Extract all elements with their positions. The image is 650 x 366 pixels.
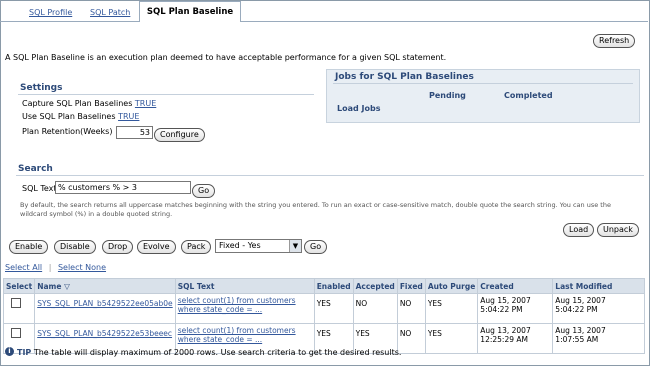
capture-baselines-row: Capture SQL Plan Baselines TRUE (22, 99, 157, 108)
tab-divider (0, 21, 648, 22)
col-select: Select (2, 278, 36, 294)
col-created: Created (477, 278, 554, 294)
evolve-button[interactable]: Evolve (137, 240, 176, 254)
fixed-value: NO (396, 293, 426, 324)
tip-text: TIP The table will display maximum of 20… (17, 348, 402, 357)
sql-text-link[interactable]: select count(1) from customers where stat… (178, 326, 296, 344)
created-value: Aug 15, 2007 5:04:22 PM (477, 293, 554, 324)
auto-purge-value: YES (424, 293, 479, 324)
disable-button[interactable]: Disable (54, 240, 96, 254)
sort-icon: ▽ (64, 281, 70, 291)
tab-sql-profile[interactable]: SQL Profile (29, 5, 72, 21)
filter-go-button[interactable]: Go (304, 240, 328, 254)
enabled-value: YES (313, 293, 354, 324)
col-fixed: Fixed (396, 278, 426, 294)
load-button[interactable]: Load (563, 223, 595, 237)
sql-text-link[interactable]: select count(1) from customers where stat… (178, 296, 296, 314)
accepted-value: NO (352, 293, 398, 324)
auto-purge-value: YES (424, 323, 479, 354)
col-name[interactable]: Name ▽ (34, 278, 176, 294)
enable-button[interactable]: Enable (9, 240, 49, 254)
jobs-col-completed: Completed (504, 91, 553, 100)
row-select-checkbox[interactable] (11, 298, 21, 308)
jobs-col-pending: Pending (429, 91, 466, 100)
jobs-header: Jobs for SQL Plan Baselines (335, 72, 474, 82)
col-auto-purge: Auto Purge (424, 278, 479, 294)
modified-value: Aug 15, 2007 5:04:22 PM (552, 293, 645, 324)
capture-baselines-value[interactable]: TRUE (135, 99, 156, 108)
baselines-table: Select Name ▽ SQL Text Enabled Accepted … (2, 278, 645, 354)
col-accepted: Accepted (352, 278, 398, 294)
configure-button[interactable]: Configure (154, 128, 205, 142)
refresh-button[interactable]: Refresh (593, 34, 636, 48)
search-header: Search (18, 164, 53, 174)
select-none-link[interactable]: Select None (58, 263, 106, 272)
tab-sql-patch[interactable]: SQL Patch (90, 5, 130, 21)
col-sql-text: SQL Text (174, 278, 315, 294)
table-header-row: Select Name ▽ SQL Text Enabled Accepted … (2, 278, 645, 294)
col-last-modified: Last Modified (552, 278, 645, 294)
jobs-panel: Jobs for SQL Plan Baselines Pending Comp… (326, 69, 640, 123)
modified-value: Aug 13, 2007 1:07:55 AM (552, 323, 645, 354)
jobs-row-load: Load Jobs (337, 104, 381, 113)
fixed-filter-select[interactable]: Fixed - Yes ▼ (215, 239, 302, 253)
use-baselines-value[interactable]: TRUE (118, 112, 139, 121)
baseline-name-link[interactable]: SYS_SQL_PLAN_b5429522e53beeec (37, 329, 172, 338)
tab-sql-plan-baseline[interactable]: SQL Plan Baseline (139, 1, 241, 22)
sql-text-search-field[interactable]: % customers % > 3 (55, 181, 191, 194)
drop-button[interactable]: Drop (102, 240, 134, 254)
use-baselines-row: Use SQL Plan Baselines TRUE (22, 112, 140, 121)
unpack-button[interactable]: Unpack (597, 223, 639, 237)
select-all-link[interactable]: Select All (5, 263, 42, 272)
created-value: Aug 13, 2007 12:25:29 AM (477, 323, 554, 354)
settings-header: Settings (20, 83, 63, 93)
plan-retention-label: Plan Retention(Weeks) (22, 127, 113, 136)
plan-retention-field[interactable]: 53 (116, 126, 153, 139)
row-select-checkbox[interactable] (11, 328, 21, 338)
col-enabled: Enabled (313, 278, 354, 294)
selection-links: Select All | Select None (5, 263, 107, 272)
pack-button[interactable]: Pack (181, 240, 212, 254)
table-row: SYS_SQL_PLAN_b5429522ee05ab0e select cou… (2, 293, 645, 324)
search-help-text: By default, the search returns all upper… (20, 201, 611, 218)
sql-text-label: SQL Text (22, 184, 57, 193)
baseline-name-link[interactable]: SYS_SQL_PLAN_b5429522ee05ab0e (37, 299, 173, 308)
chevron-down-icon: ▼ (289, 240, 301, 252)
fixed-value: NO (396, 323, 426, 354)
page-description: A SQL Plan Baseline is an execution plan… (5, 53, 447, 62)
search-go-button[interactable]: Go (192, 184, 216, 198)
info-icon: i (5, 347, 14, 356)
